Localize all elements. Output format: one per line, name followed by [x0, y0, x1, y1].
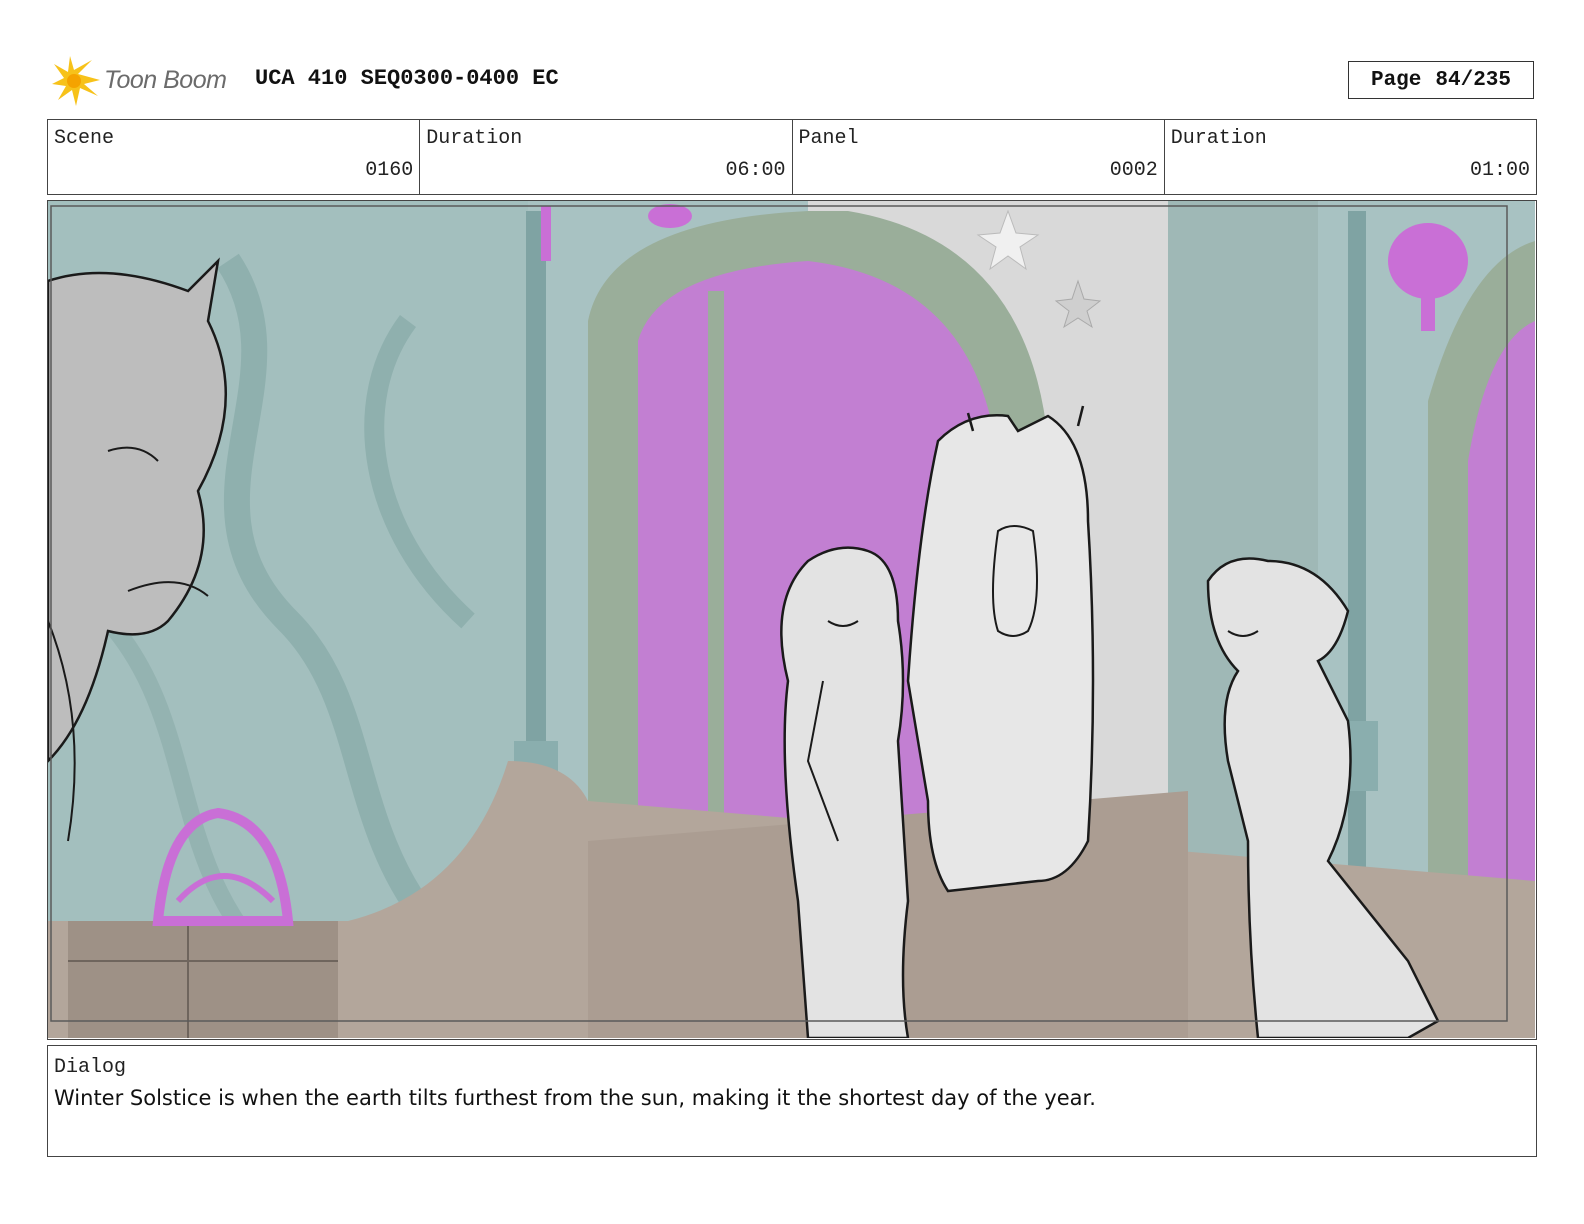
dialog-box: Dialog Winter Solstice is when the earth…: [47, 1045, 1537, 1157]
dialog-text: Winter Solstice is when the earth tilts …: [54, 1086, 1096, 1110]
starburst-icon: [52, 56, 100, 106]
logo-text: Toon Boom: [104, 66, 227, 94]
scene-info-row: Scene 0160 Duration 06:00 Panel 0002 Dur…: [47, 119, 1537, 195]
scene-duration-value: 06:00: [725, 159, 786, 182]
panel-duration-label: Duration: [1170, 127, 1267, 150]
document-title: UCA 410 SEQ0300-0400 EC: [255, 66, 559, 91]
panel-duration-value: 01:00: [1469, 159, 1530, 182]
scene-duration-cell: Duration 06:00: [420, 120, 793, 194]
storyboard-drawing: [48, 201, 1535, 1038]
panel-cell: Panel 0002: [793, 120, 1165, 194]
page-number: 84/235: [1435, 68, 1512, 92]
scene-duration-label: Duration: [426, 127, 523, 150]
page-indicator: Page 84/235: [1348, 61, 1534, 99]
toon-boom-logo: Toon Boom: [52, 56, 237, 106]
panel-value: 0002: [1109, 159, 1158, 182]
scene-cell: Scene 0160: [48, 120, 421, 194]
panel-label: Panel: [798, 127, 859, 150]
dialog-label: Dialog: [54, 1056, 127, 1079]
panel-duration-cell: Duration 01:00: [1165, 120, 1536, 194]
page-label: Page: [1370, 68, 1422, 92]
scene-label: Scene: [54, 127, 115, 150]
storyboard-panel: [47, 200, 1537, 1040]
scene-value: 0160: [365, 159, 414, 182]
